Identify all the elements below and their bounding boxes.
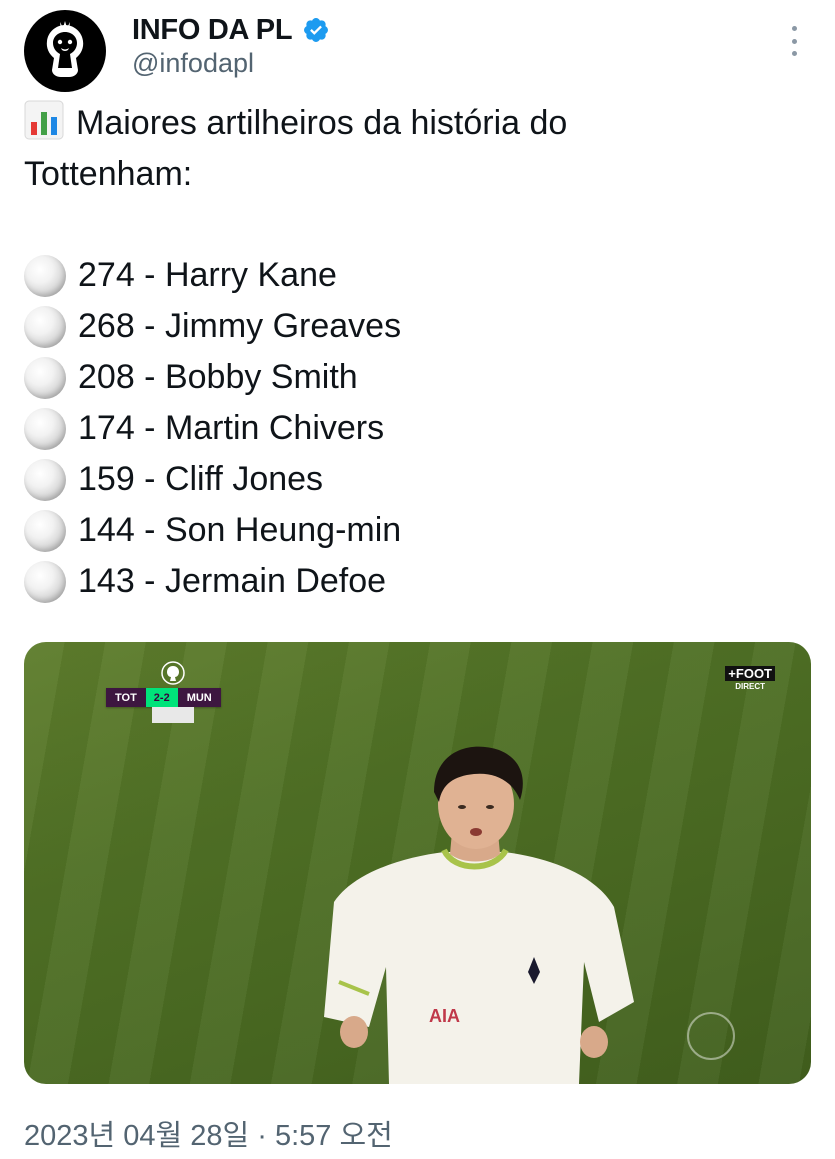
- more-vertical-icon: [791, 26, 797, 31]
- display-name-text: INFO DA PL: [132, 13, 293, 46]
- tweet-headline-line1: Maiores artilheiros da história do: [24, 98, 814, 149]
- scorers-list: 274 - Harry Kane 268 - Jimmy Greaves 208…: [24, 250, 814, 607]
- tweet-text: Maiores artilheiros da história do Totte…: [24, 98, 814, 200]
- more-options-button[interactable]: [782, 26, 806, 56]
- home-team-label: TOT: [106, 688, 146, 707]
- player-figure: AIA: [324, 746, 634, 1084]
- away-team-label: MUN: [177, 688, 221, 707]
- football-emoji-icon: [24, 305, 66, 348]
- tweet-media-image[interactable]: TOT 2-2 MUN +FOOT DIRECT AIA: [24, 642, 811, 1084]
- list-item: 159 - Cliff Jones: [24, 454, 814, 505]
- author-avatar[interactable]: [24, 10, 106, 92]
- bar-chart-emoji-icon: [24, 100, 64, 140]
- list-item: 274 - Harry Kane: [24, 250, 814, 301]
- premier-league-logo-icon: [161, 661, 185, 685]
- list-item: 174 - Martin Chivers: [24, 403, 814, 454]
- broadcaster-logo: +FOOT DIRECT: [725, 666, 775, 691]
- author-display-name[interactable]: INFO DA PL: [132, 10, 330, 50]
- list-item: 208 - Bobby Smith: [24, 352, 814, 403]
- tweet-timestamp[interactable]: 2023년 04월 28일 · 5:57 오전: [24, 1112, 393, 1154]
- scoreboard-timer-panel: [152, 707, 194, 723]
- football-emoji-icon: [24, 509, 66, 552]
- tweet-headline-line2: Tottenham:: [24, 155, 193, 193]
- football-emoji-icon: [24, 407, 66, 450]
- more-vertical-icon-dot: [791, 38, 797, 44]
- list-item: 268 - Jimmy Greaves: [24, 301, 814, 352]
- list-item: 144 - Son Heung-min: [24, 505, 814, 556]
- premier-league-watermark-icon: [687, 1012, 735, 1060]
- football-emoji-icon: [24, 560, 66, 603]
- premier-league-lion-logo-icon: [46, 21, 84, 77]
- more-vertical-icon-dot: [791, 51, 797, 56]
- match-scoreboard: TOT 2-2 MUN: [106, 688, 221, 707]
- football-emoji-icon: [24, 458, 66, 501]
- list-item: 143 - Jermain Defoe: [24, 556, 814, 607]
- match-score: 2-2: [145, 688, 178, 707]
- author-handle[interactable]: @infodapl: [132, 48, 254, 79]
- verified-badge-icon: [304, 18, 329, 42]
- football-emoji-icon: [24, 356, 66, 399]
- svg-text:AIA: AIA: [429, 1006, 460, 1026]
- football-emoji-icon: [24, 254, 66, 297]
